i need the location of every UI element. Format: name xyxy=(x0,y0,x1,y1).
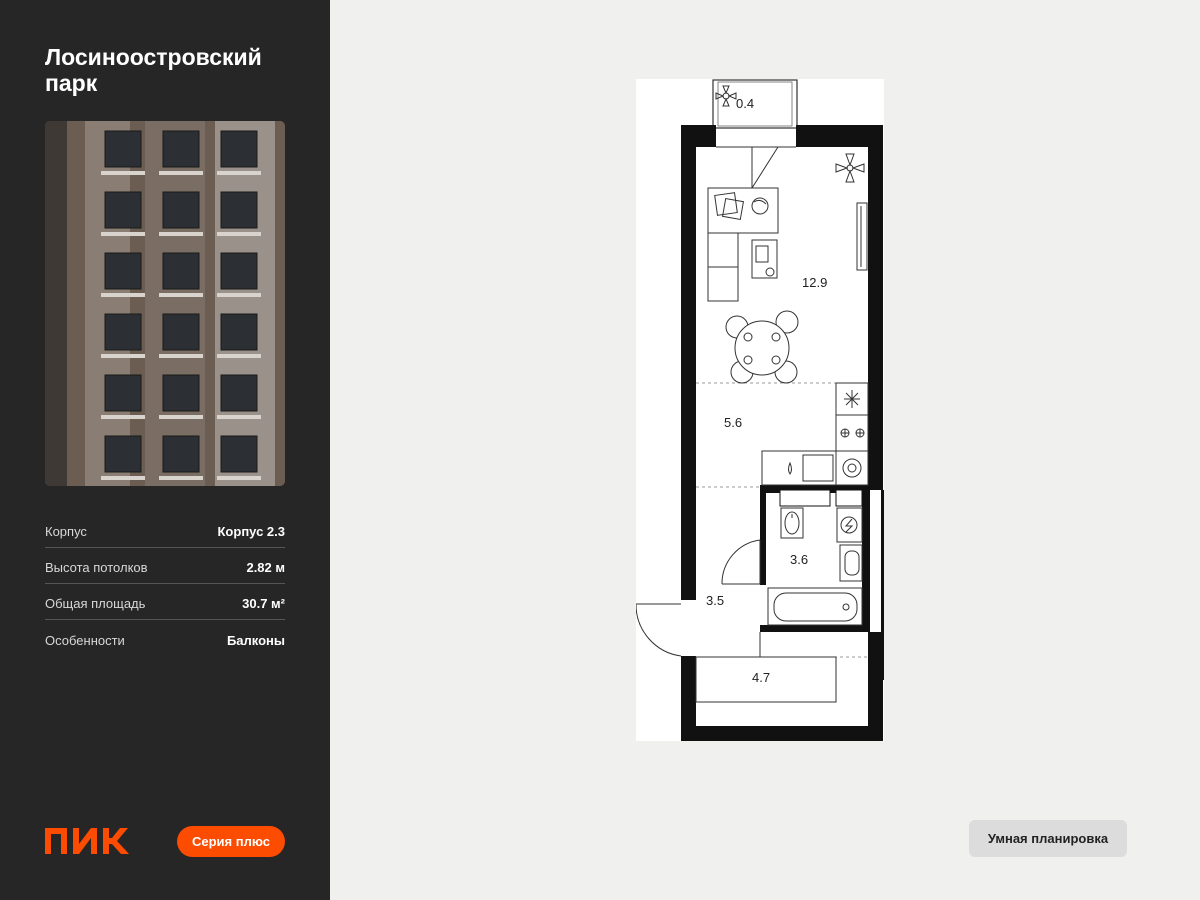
building-balcony-ledge xyxy=(217,293,261,297)
building-window xyxy=(104,435,142,473)
spec-label: Высота потолков xyxy=(45,560,148,575)
room-area-storage: 4.7 xyxy=(752,670,770,685)
balcony-outline xyxy=(712,79,798,129)
washer-icon xyxy=(836,507,863,543)
building-window xyxy=(220,435,258,473)
radiator-icon xyxy=(856,202,868,271)
specs-list: Корпус Корпус 2.3 Высота потолков 2.82 м… xyxy=(45,512,285,656)
spec-value: Корпус 2.3 xyxy=(217,524,286,539)
toilet-icon xyxy=(780,507,804,539)
plant-icon xyxy=(835,153,865,183)
bathtub-icon xyxy=(767,587,863,626)
spec-row-building: Корпус Корпус 2.3 xyxy=(45,512,285,548)
door-icon xyxy=(721,539,761,585)
spec-value: 2.82 м xyxy=(246,560,285,575)
spec-label: Корпус xyxy=(45,524,87,539)
pik-logo xyxy=(45,826,131,861)
building-window xyxy=(104,130,142,168)
building-balcony-ledge xyxy=(217,354,261,358)
stove-icon xyxy=(835,414,869,452)
building-balcony-ledge xyxy=(101,232,145,236)
sidebar: Лосиноостровский парк Корпус Корпус 2.3 … xyxy=(0,0,330,900)
spec-row-features: Особенности Балконы xyxy=(45,620,285,656)
series-badge[interactable]: Серия плюс xyxy=(177,826,285,857)
building-window xyxy=(220,374,258,412)
building-balcony-ledge xyxy=(101,171,145,175)
building-balcony-ledge xyxy=(217,415,261,419)
building-window xyxy=(162,252,200,290)
building-window xyxy=(104,252,142,290)
building-balcony-ledge xyxy=(101,476,145,480)
building-balcony-ledge xyxy=(101,354,145,358)
spec-row-ceiling: Высота потолков 2.82 м xyxy=(45,548,285,584)
building-window xyxy=(162,374,200,412)
building-balcony-ledge xyxy=(101,415,145,419)
building-balcony-ledge xyxy=(101,293,145,297)
floor-plan: 0.4 12.9 5.6 3.6 3.5 4.7 xyxy=(635,79,884,741)
building-balcony-ledge xyxy=(159,232,203,236)
desk-icon xyxy=(707,187,779,234)
building-window xyxy=(162,435,200,473)
building-window xyxy=(104,374,142,412)
room-area-hall: 3.5 xyxy=(706,593,724,608)
room-area-kitchen: 5.6 xyxy=(724,415,742,430)
room-area-balcony: 0.4 xyxy=(736,96,754,111)
project-title: Лосиноостровский парк xyxy=(45,44,262,96)
door-icon xyxy=(716,146,796,189)
building-window xyxy=(162,191,200,229)
building-window xyxy=(104,313,142,351)
building-balcony-ledge xyxy=(159,293,203,297)
washer-icon xyxy=(835,450,869,486)
building-balcony-ledge xyxy=(159,354,203,358)
building-window xyxy=(220,130,258,168)
building-window xyxy=(162,313,200,351)
building-window xyxy=(220,252,258,290)
smart-layout-button[interactable]: Умная планировка xyxy=(969,820,1127,857)
spec-label: Общая площадь xyxy=(45,596,146,611)
building-balcony-ledge xyxy=(159,171,203,175)
building-window xyxy=(220,313,258,351)
building-window xyxy=(162,130,200,168)
building-balcony-ledge xyxy=(159,476,203,480)
door-icon xyxy=(635,603,682,657)
building-window xyxy=(104,191,142,229)
sink-icon xyxy=(839,544,863,582)
spec-label: Особенности xyxy=(45,633,125,648)
spec-row-area: Общая площадь 30.7 м² xyxy=(45,584,285,620)
room-area-living: 12.9 xyxy=(802,275,827,290)
spec-value: Балконы xyxy=(226,633,285,648)
sofa-icon xyxy=(707,232,778,302)
room-area-bathroom: 3.6 xyxy=(790,552,808,567)
building-balcony-ledge xyxy=(217,232,261,236)
building-balcony-ledge xyxy=(217,476,261,480)
fridge-icon xyxy=(835,382,869,416)
building-window xyxy=(220,191,258,229)
building-photo xyxy=(45,121,285,486)
building-balcony-ledge xyxy=(217,171,261,175)
dining-table-icon xyxy=(725,310,799,384)
spec-value: 30.7 м² xyxy=(242,596,285,611)
building-balcony-ledge xyxy=(159,415,203,419)
sink-icon xyxy=(761,450,837,486)
